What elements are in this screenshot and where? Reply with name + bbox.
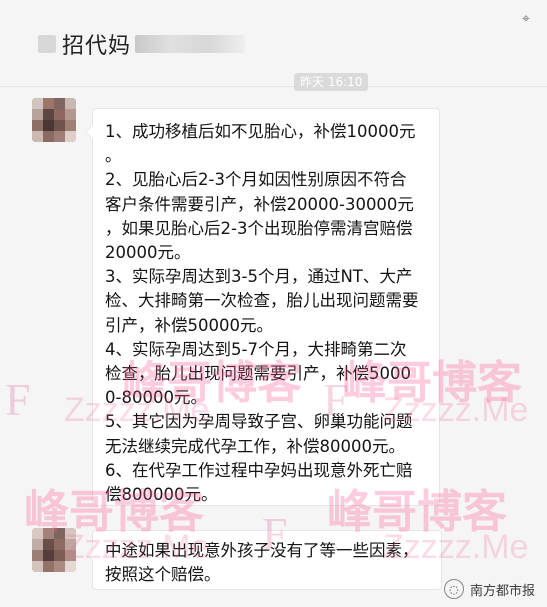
chat-title: 招代妈 [62, 34, 132, 59]
message-line: 2、见胎心后2-3个月如因性别原因不符合 [105, 170, 407, 190]
chat-title-wrap: 招代妈 [38, 24, 246, 64]
message-line: ，如果见胎心后2-3个出现胎停需清宫赔偿 [105, 218, 413, 238]
message-line: 6、在代孕工作过程中孕妈出现意外死亡赔 [105, 460, 413, 480]
message-line: 偿800000元。 [105, 485, 218, 505]
watermark-letter: F [323, 374, 349, 425]
message-line: 。 [105, 146, 122, 166]
watermark-letter: F [262, 508, 288, 559]
source-logo-icon: ◌ [443, 579, 464, 599]
message-line: 3、实际孕周达到3-5个月，通过NT、大产 [105, 267, 413, 287]
avatar[interactable] [32, 98, 76, 142]
watermark-letter: F [5, 374, 31, 425]
blurred-avatar-mark [38, 35, 56, 53]
source-name: 南方都市报 [469, 583, 535, 599]
header-divider [0, 86, 547, 87]
message-line: 20000元。 [105, 243, 191, 263]
chat-header: 招代妈 ⌖ [0, 0, 547, 86]
message-line: 无法继续完成代孕工作，补偿80000元。 [105, 436, 405, 456]
message-line: 检、大排畸第一次检查，胎儿出现问题需要 [105, 291, 419, 311]
message-bubble[interactable]: 1、成功移植后如不见胎心，补偿10000元 。 2、见胎心后2-3个月如因性别原… [85, 108, 440, 506]
watermark-english-text: Zzzzz.Me [64, 528, 210, 566]
blurred-name [135, 35, 246, 53]
message-timestamp: 昨天 16:10 [294, 73, 369, 91]
message-line: 4、实际孕周达到5-7个月，大排畸第二次 [105, 339, 407, 359]
message-line: 检查，胎儿出现问题需要引产，补偿5000 [105, 364, 411, 384]
message-line: 客户条件需要引产，补偿20000-30000元 [105, 194, 414, 214]
message-line: 1、成功移植后如不见胎心，补偿10000元 [105, 122, 416, 141]
watermark-english-text: Zzzzz.Me [383, 528, 529, 566]
source-label: ◌ 南方都市报 [443, 579, 535, 599]
pin-icon[interactable]: ⌖ [517, 10, 535, 28]
message-line: 引产，补偿50000元。 [105, 315, 273, 335]
watermark-english-text: Zzzzz.Me [64, 391, 210, 429]
watermark-english-text: Zzzzz.Me [383, 391, 529, 429]
